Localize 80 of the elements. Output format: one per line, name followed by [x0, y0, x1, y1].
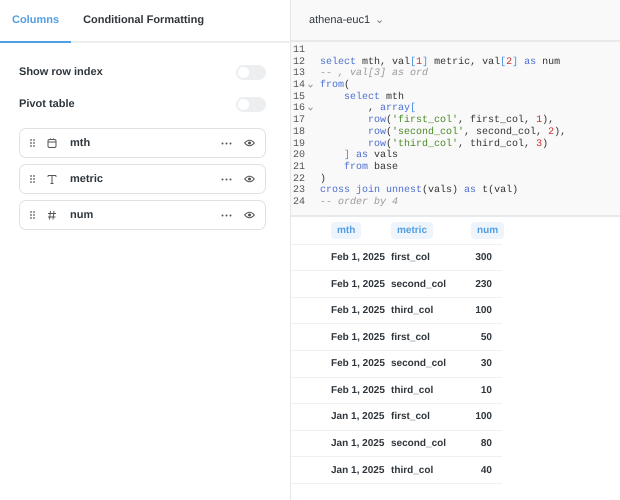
- table-cell: 80: [480, 438, 492, 450]
- calendar-icon: [47, 138, 57, 148]
- table-cell: Feb 1, 2025: [331, 358, 385, 370]
- table-cell: third_col: [391, 305, 434, 316]
- line-number: 22: [293, 174, 306, 185]
- code-line: cross join unnest(vals) as t(val): [319, 185, 518, 196]
- tab[interactable]: Conditional Formatting: [71, 0, 216, 43]
- code-line: ): [319, 174, 326, 186]
- text-type-icon: [47, 174, 57, 184]
- table-cell: Jan 1, 2025: [331, 438, 384, 450]
- code-line: from base: [343, 162, 398, 174]
- table-cell: Feb 1, 2025: [331, 305, 385, 316]
- table-cell: 100: [475, 411, 492, 422]
- fold-icon[interactable]: [308, 107, 314, 112]
- table-cell: first_col: [391, 411, 430, 422]
- line-number: 23: [293, 185, 306, 197]
- table-cell: 100: [475, 305, 492, 316]
- table-cell: 10: [480, 384, 492, 396]
- code-line: -- , val[3] as ord: [319, 68, 428, 80]
- eye-icon[interactable]: [244, 175, 255, 183]
- table-cell: third_col: [391, 384, 434, 396]
- line-number: 14: [293, 80, 306, 92]
- column-name: metric: [70, 172, 104, 187]
- table-cell: 40: [480, 464, 492, 476]
- code-line: from(: [319, 80, 350, 92]
- table-cell: second_col: [391, 438, 446, 450]
- more-icon[interactable]: [221, 178, 232, 180]
- table-cell: Feb 1, 2025: [331, 384, 385, 396]
- line-number: 24: [293, 196, 306, 209]
- drag-handle-icon: [30, 175, 35, 183]
- table-cell: third_col: [391, 464, 434, 476]
- line-number: 21: [293, 162, 306, 174]
- line-number: 15: [293, 92, 306, 103]
- more-icon[interactable]: [221, 214, 232, 216]
- drag-handle-icon: [30, 211, 35, 219]
- column-name: mth: [70, 136, 92, 151]
- hash-icon: [47, 210, 57, 220]
- code-line: , array[: [367, 103, 416, 114]
- line-number: 13: [293, 68, 306, 80]
- table-cell: 230: [475, 278, 492, 290]
- code-line: select mth: [343, 92, 404, 104]
- code-line: row('second_col', second_col, 2),: [367, 126, 566, 138]
- line-number: 18: [293, 126, 306, 138]
- line-number: 20: [293, 150, 306, 162]
- table-cell: 300: [475, 252, 492, 263]
- eye-icon[interactable]: [244, 139, 255, 147]
- table-cell: Feb 1, 2025: [331, 332, 385, 343]
- setting-label: Pivot table: [19, 96, 75, 112]
- drag-handle-icon: [30, 139, 35, 147]
- table-cell: second_col: [391, 278, 446, 290]
- line-number: 16: [293, 103, 306, 115]
- tab[interactable]: Columns: [0, 0, 72, 43]
- line-number: 17: [293, 115, 306, 127]
- table-cell: second_col: [391, 358, 446, 370]
- table-cell: first_col: [391, 252, 430, 263]
- column-header[interactable]: metric: [391, 222, 434, 239]
- database-selector[interactable]: athena-euc1 ⌄: [309, 12, 384, 28]
- code-line: row('first_col', first_col, 1),: [367, 115, 554, 126]
- code-line: ] as vals: [343, 150, 398, 162]
- table-cell: Jan 1, 2025: [331, 411, 384, 422]
- more-icon[interactable]: [221, 142, 232, 144]
- column-header[interactable]: num: [471, 222, 504, 239]
- setting-label: Show row index: [19, 64, 103, 80]
- table-cell: 50: [480, 332, 492, 343]
- fold-icon[interactable]: [308, 84, 314, 88]
- line-number: 11: [293, 45, 306, 57]
- line-number: 19: [293, 138, 306, 150]
- line-number: 12: [293, 56, 306, 68]
- table-cell: Jan 1, 2025: [331, 464, 384, 476]
- column-name: num: [70, 208, 94, 223]
- eye-icon[interactable]: [244, 211, 255, 219]
- code-line: -- order by 4: [319, 196, 398, 209]
- code-line: select mth, val[1] metric, val[2] as num: [319, 56, 560, 68]
- code-line: row('third_col', third_col, 3): [367, 138, 548, 150]
- table-cell: Feb 1, 2025: [331, 278, 385, 290]
- column-header[interactable]: mth: [331, 222, 362, 239]
- table-cell: 30: [480, 358, 492, 370]
- code-editor[interactable]: [291, 42, 620, 217]
- table-cell: first_col: [391, 332, 430, 343]
- table-cell: Feb 1, 2025: [331, 252, 385, 263]
